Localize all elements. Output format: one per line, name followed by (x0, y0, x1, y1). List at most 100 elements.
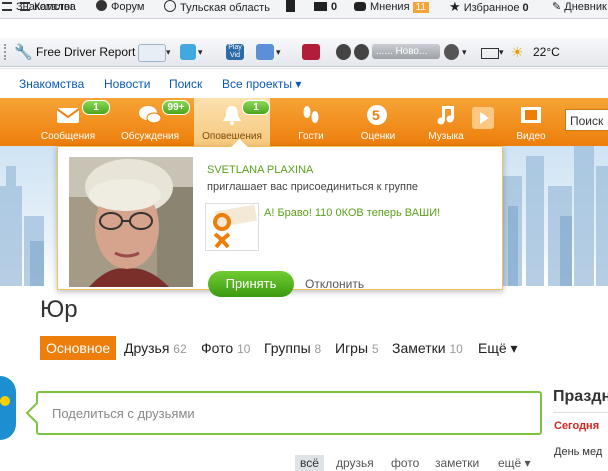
playvid-icon[interactable]: Play Vid (226, 44, 244, 60)
toolbar-video-label: Видео (516, 131, 546, 142)
rating-five-icon: 5 (366, 104, 390, 126)
dropdown-arrow-icon[interactable]: ▾ (276, 44, 286, 60)
twitter-icon[interactable] (180, 44, 196, 60)
svg-text:5: 5 (372, 107, 380, 123)
toolbar-video[interactable]: Видео (506, 98, 556, 146)
tab-photos[interactable]: Фото 10 (201, 336, 250, 360)
notifications-badge: 1 (242, 100, 270, 115)
footprints-icon (299, 104, 323, 126)
main-toolbar: 1 Сообщения 99+ Обсуждения 1 Оповещения … (0, 98, 608, 146)
screenshot-icon[interactable] (256, 44, 274, 60)
toolbar-notifications-label: Оповещения (202, 131, 262, 142)
play-icon[interactable] (354, 44, 369, 60)
toolbar-notifications[interactable]: 1 Оповещения (194, 98, 270, 146)
weather-icon[interactable]: ☀ (511, 44, 529, 60)
nav-link-znakomstva[interactable]: Знакомства (19, 77, 84, 91)
play-icon (472, 107, 494, 129)
search-input[interactable]: Поиск (565, 109, 608, 131)
notification-popup: SVETLANA PLAXINA приглашает вас присоеди… (57, 137, 503, 297)
stop-icon[interactable] (336, 44, 351, 60)
bookmark-forum[interactable]: Форум (96, 0, 144, 18)
music-note-icon (434, 104, 458, 126)
toolbar-messages-label: Сообщения (40, 131, 96, 142)
bookmark-region[interactable]: Тульская область (164, 0, 270, 18)
toolbar-music[interactable]: Музыка (418, 98, 474, 146)
tab-games[interactable]: Игры 5 (335, 336, 379, 360)
browser-bookmarks-bar: Знакомства Каталог Форум Тульская област… (0, 0, 608, 19)
music-play-button[interactable] (470, 98, 496, 146)
bookmark-messages[interactable]: 0 (314, 0, 337, 18)
tab-groups[interactable]: Группы 8 (264, 336, 321, 360)
bookmark-favorites[interactable]: ★ Избранное 0 (449, 0, 529, 18)
app-icon[interactable] (302, 44, 320, 60)
pencil-icon: ✎ (552, 1, 562, 13)
wrench-icon: 🔧 (14, 44, 33, 61)
driver-report-button[interactable]: Free Driver Report (36, 45, 135, 59)
holiday-item[interactable]: День мед (554, 446, 602, 458)
group-thumbnail[interactable] (205, 203, 259, 251)
divider (553, 412, 608, 413)
doc-icon (286, 0, 295, 12)
profile-name: Юр (40, 296, 78, 323)
dropdown-arrow-icon[interactable]: ▾ (198, 44, 208, 60)
palette-icon[interactable] (138, 44, 166, 62)
share-input[interactable]: Поделиться с друзьями (25, 391, 542, 435)
dropdown-arrow-icon[interactable]: ▾ (166, 44, 176, 60)
toolbar-music-label: Музыка (428, 131, 464, 142)
bell-icon (220, 104, 244, 126)
weather-temperature: 22°C (533, 45, 560, 59)
star-icon: ★ (449, 0, 461, 14)
menu-icon (2, 2, 12, 11)
toolbar-ratings-label: Оценки (360, 131, 396, 142)
tab-friends[interactable]: Друзья 62 (124, 336, 187, 360)
divider (0, 68, 608, 69)
tab-main[interactable]: Основное (40, 336, 117, 360)
browser-toolbar: 🔧 Free Driver Report ▾ ▾ Play Vid ▾ .....… (0, 38, 608, 67)
dropdown-arrow-icon[interactable]: ▾ (499, 44, 507, 60)
tab-more[interactable]: Ещё ▾ (478, 336, 518, 360)
notification-message: приглашает вас присоединиться к группе (207, 181, 419, 193)
list-icon (20, 2, 30, 11)
sender-photo[interactable] (69, 157, 193, 287)
messages-badge: 1 (82, 100, 110, 115)
volume-icon[interactable] (444, 44, 459, 60)
toolbar-discussions-label: Обсуждения (120, 131, 180, 142)
nav-link-poisk[interactable]: Поиск (169, 77, 202, 91)
mail-icon[interactable] (481, 48, 499, 59)
dropdown-arrow-icon[interactable]: ▾ (462, 44, 476, 60)
tab-notes[interactable]: Заметки 10 (392, 336, 463, 360)
sender-name[interactable]: SVETLANA PLAXINA (207, 164, 313, 176)
holidays-title: Праздн (553, 388, 608, 405)
toolbar-guests-label: Гости (298, 131, 324, 142)
toolbar-messages[interactable]: 1 Сообщения (30, 98, 110, 146)
envelope-icon (56, 104, 80, 126)
film-icon (519, 104, 543, 126)
avatar-decoration (0, 396, 10, 406)
toolbar-discussions[interactable]: 99+ Обсуждения (110, 98, 190, 146)
nav-link-all-projects[interactable]: Все проекты ▾ (222, 77, 301, 91)
group-title-link[interactable]: А! Браво! 110 0КОВ теперь ВАШИ! (264, 207, 440, 219)
holidays-today: Сегодня (554, 420, 600, 432)
comment-icon (354, 2, 366, 11)
chat-bubbles-icon (138, 104, 162, 126)
nav-link-novosti[interactable]: Новости (104, 77, 150, 91)
share-pointer (25, 401, 49, 425)
toolbar-ratings[interactable]: 5 Оценки (350, 98, 406, 146)
radio-station-select[interactable]: ...... Ново... (372, 44, 440, 59)
toolbar-grip[interactable] (4, 44, 12, 60)
toolbar-guests[interactable]: Гости (276, 98, 346, 146)
avatar-partial[interactable] (0, 376, 16, 440)
bookmark-opinions[interactable]: Мнения 11 (354, 0, 429, 18)
envelope-icon (314, 2, 327, 11)
discussions-badge: 99+ (162, 100, 190, 115)
opinions-count-badge: 11 (412, 2, 429, 13)
accept-button[interactable]: Принять (208, 271, 294, 297)
globe-icon (164, 0, 176, 12)
share-placeholder: Поделиться с друзьями (52, 406, 195, 421)
chat-icon (96, 0, 107, 11)
bookmark-diary[interactable]: ✎ Дневник (552, 0, 607, 18)
bookmark-katalog[interactable]: Каталог (20, 0, 74, 18)
bookmark-counter[interactable] (286, 0, 299, 18)
decline-button[interactable]: Отклонить (305, 277, 364, 291)
site-nav: Знакомства Новости Поиск Все проекты ▾ (0, 68, 608, 98)
